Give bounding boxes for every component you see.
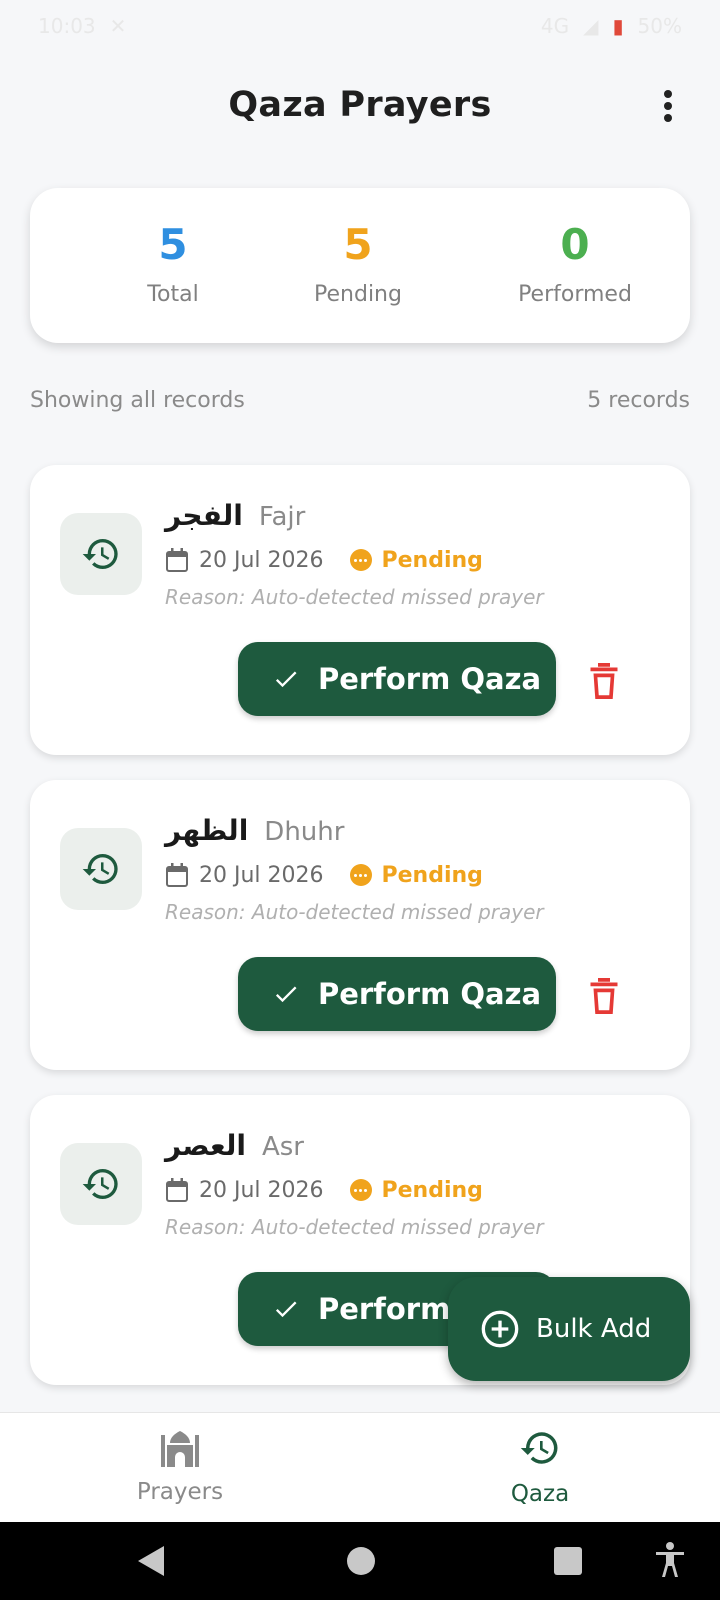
prayer-reason: Reason: Auto-detected missed prayer — [165, 1215, 544, 1239]
stat-total-label: Total — [147, 282, 199, 307]
prayer-arabic-name: الفجر — [165, 499, 243, 532]
prayer-arabic-name: الظهر — [165, 814, 249, 847]
record-count: 5 records — [587, 388, 690, 413]
stat-pending: 5 Pending — [298, 220, 418, 308]
record-card-dhuhr[interactable]: الظهر Dhuhr 20 Jul 2026 Pending Reason: … — [30, 780, 690, 1070]
back-icon[interactable] — [136, 1544, 166, 1578]
history-icon — [520, 1432, 558, 1464]
home-icon[interactable] — [346, 1546, 376, 1576]
record-card-fajr[interactable]: الفجر Fajr 20 Jul 2026 Pending Reason: A… — [30, 465, 690, 755]
calendar-icon — [166, 863, 188, 887]
stat-pending-value: 5 — [343, 220, 373, 269]
history-icon — [60, 1143, 142, 1225]
stat-performed: 0 Performed — [505, 220, 645, 308]
check-icon — [275, 671, 297, 688]
delete-icon[interactable] — [586, 661, 622, 701]
pending-icon — [349, 549, 372, 571]
plus-circle-icon — [481, 1310, 519, 1348]
perform-qaza-label: Perform Qaza — [318, 662, 542, 696]
notification-icon: ✕ — [109, 14, 127, 38]
status-time: 10:03 — [38, 14, 96, 38]
prayer-title: العصر Asr — [165, 1129, 304, 1162]
mosque-icon — [161, 1431, 199, 1467]
battery-level: 50% — [637, 14, 682, 38]
perform-qaza-label: Perform Qaza — [318, 977, 542, 1011]
pending-icon — [349, 864, 372, 886]
nav-item-prayers[interactable]: Prayers — [100, 1427, 260, 1505]
filter-text: Showing all records — [30, 388, 245, 413]
system-nav-bar — [0, 1522, 720, 1600]
network-label: 4G — [540, 14, 570, 38]
bottom-nav: Prayers Qaza — [0, 1412, 720, 1522]
perform-qaza-button[interactable]: Perform Qaza — [238, 642, 556, 716]
prayer-meta: 20 Jul 2026 Pending — [165, 862, 483, 888]
prayer-title: الظهر Dhuhr — [165, 814, 344, 847]
check-icon — [275, 1301, 297, 1318]
prayer-reason: Reason: Auto-detected missed prayer — [165, 585, 544, 609]
page-title: Qaza Prayers — [228, 85, 492, 125]
prayer-title: الفجر Fajr — [165, 499, 305, 532]
perform-qaza-button[interactable]: Perform Qaza — [238, 957, 556, 1031]
bulk-add-label: Bulk Add — [536, 1314, 652, 1344]
prayer-arabic-name: العصر — [165, 1129, 246, 1162]
prayer-date: 20 Jul 2026 — [199, 862, 324, 888]
prayer-reason: Reason: Auto-detected missed prayer — [165, 900, 544, 924]
prayer-name: Fajr — [258, 502, 306, 532]
prayer-date: 20 Jul 2026 — [199, 547, 324, 573]
calendar-icon — [166, 1178, 188, 1202]
battery-icon: ▮ — [612, 14, 624, 38]
status-bar: 10:03 ✕ 4G ◢ ▮ 50% — [0, 0, 720, 52]
prayer-name: Dhuhr — [264, 817, 345, 847]
list-header: Showing all records 5 records — [30, 388, 690, 413]
check-icon — [275, 986, 297, 1003]
pending-icon — [349, 1179, 372, 1201]
app-bar: Qaza Prayers — [0, 70, 720, 140]
calendar-icon — [166, 548, 188, 572]
stat-total: 5 Total — [122, 220, 224, 308]
nav-qaza-label: Qaza — [510, 1481, 570, 1507]
bulk-add-button[interactable]: Bulk Add — [448, 1277, 690, 1381]
prayer-meta: 20 Jul 2026 Pending — [165, 1177, 483, 1203]
delete-icon[interactable] — [586, 976, 622, 1016]
nav-item-qaza[interactable]: Qaza — [460, 1427, 620, 1507]
stat-performed-value: 0 — [560, 220, 590, 269]
signal-icon: ◢ — [583, 14, 599, 38]
history-icon — [60, 828, 142, 910]
nav-prayers-label: Prayers — [136, 1479, 224, 1505]
stat-total-value: 5 — [158, 220, 188, 269]
prayer-name: Asr — [261, 1132, 304, 1162]
prayer-date: 20 Jul 2026 — [199, 1177, 324, 1203]
accessibility-icon[interactable] — [654, 1542, 686, 1578]
prayer-meta: 20 Jul 2026 Pending — [165, 547, 483, 573]
status-badge: Pending — [381, 547, 483, 573]
stat-pending-label: Pending — [314, 282, 402, 307]
status-badge: Pending — [381, 1177, 483, 1203]
history-icon — [60, 513, 142, 595]
more-options-icon[interactable] — [656, 86, 680, 126]
perform-qaza-label: Perform — [318, 1292, 451, 1326]
recents-icon[interactable] — [553, 1546, 583, 1576]
stat-performed-label: Performed — [518, 282, 632, 307]
summary-card: 5 Total 5 Pending 0 Performed — [30, 188, 690, 343]
status-badge: Pending — [381, 862, 483, 888]
